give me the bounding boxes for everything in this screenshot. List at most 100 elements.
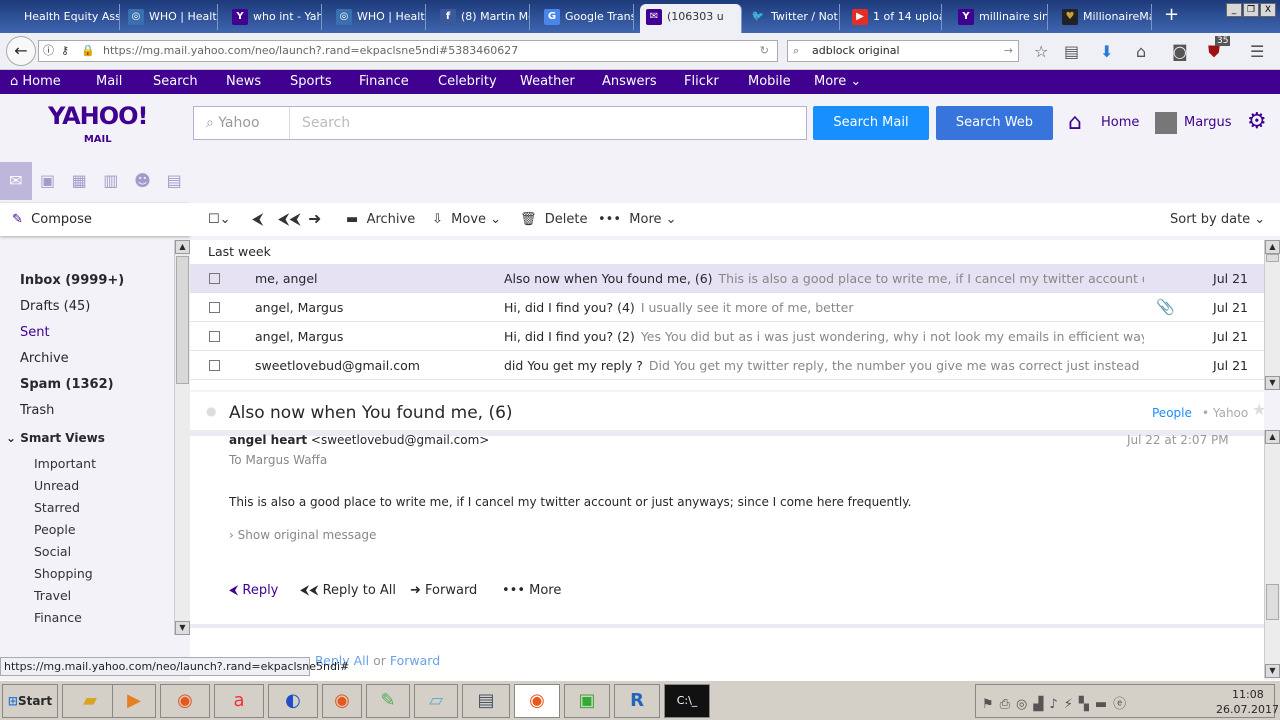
message-row[interactable]: sweetlovebud@gmail.com did You get my re…: [190, 351, 1264, 380]
user-name-link[interactable]: Margus: [1184, 115, 1232, 130]
browser-tab-active[interactable]: ✉ (106303 u: [640, 4, 742, 33]
browser-tab[interactable]: ♥MillionaireMat: [1056, 4, 1152, 30]
smart-view-shopping[interactable]: Shopping: [34, 566, 93, 581]
scroll-down-arrow[interactable]: ▼: [1265, 376, 1280, 390]
smart-view-travel[interactable]: Travel: [34, 588, 71, 603]
scroll-up-arrow[interactable]: ▲: [1265, 430, 1280, 444]
smart-views-toggle[interactable]: ⌄ Smart Views: [6, 431, 105, 445]
ynav-mobile[interactable]: Mobile: [748, 70, 791, 94]
browser-tab[interactable]: ◎ WHO | Healt: [330, 4, 426, 30]
folder-inbox[interactable]: Inbox (9999+): [20, 273, 124, 288]
forward-button[interactable]: ➜ Forward: [410, 583, 477, 598]
delete-button[interactable]: 🗑 Delete: [520, 212, 588, 227]
browser-tab[interactable]: Ymillinaire sing: [952, 4, 1048, 30]
browser-tab[interactable]: 🐦 Twitter / Not: [744, 4, 840, 30]
folder-drafts[interactable]: Drafts (45): [20, 299, 90, 314]
folder-sent[interactable]: Sent: [20, 325, 50, 340]
home-icon[interactable]: ⌂: [1068, 110, 1082, 135]
sort-button[interactable]: Sort by date ⌄: [1170, 212, 1265, 227]
scroll-up-arrow[interactable]: ▲: [1265, 240, 1280, 254]
ynav-mail[interactable]: Mail: [96, 70, 122, 94]
avatar[interactable]: [1155, 112, 1177, 134]
start-button[interactable]: ⊞Start: [2, 684, 58, 718]
notepad-plus-icon[interactable]: ✎: [366, 684, 410, 718]
url-bar[interactable]: ⓘ ⚷ 🔒 https://mg.mail.yahoo.com/neo/laun…: [38, 40, 778, 62]
menu-icon[interactable]: ☰: [1250, 42, 1264, 61]
search-mail-button[interactable]: Search Mail: [813, 106, 929, 140]
quick-forward-link[interactable]: Forward: [390, 653, 440, 668]
maximize-button[interactable]: ❐: [1243, 3, 1259, 17]
calendar-app-icon[interactable]: ▦: [63, 162, 95, 200]
firefox-active-icon[interactable]: ◉: [514, 684, 560, 718]
firefox-icon[interactable]: ◉: [160, 684, 210, 718]
reply-all-button[interactable]: ⮜⮜ Reply to All: [300, 583, 396, 598]
yahoo-mail-logo[interactable]: YAHOO! MAIL: [48, 104, 148, 152]
bookmark-star-icon[interactable]: ☆: [1034, 42, 1048, 61]
reply-button[interactable]: ⮜ Reply: [229, 583, 278, 598]
window-app-icon[interactable]: ▤: [462, 684, 510, 718]
explorer-icon[interactable]: ▰: [62, 684, 118, 718]
scroll-down-arrow[interactable]: ▼: [175, 621, 190, 635]
forward-icon[interactable]: ➜: [308, 209, 321, 228]
monitor-app-icon[interactable]: ▣: [564, 684, 610, 718]
pocket-icon[interactable]: ◙: [1172, 42, 1188, 61]
scroll-down-arrow[interactable]: ▼: [1265, 664, 1280, 678]
row-checkbox[interactable]: [209, 302, 220, 313]
smart-view-unread[interactable]: Unread: [34, 478, 79, 493]
scroll-up-arrow[interactable]: ▲: [175, 240, 190, 254]
row-checkbox[interactable]: [209, 273, 220, 284]
message-row[interactable]: angel, Margus Hi, did I find you? (2) Yes…: [190, 322, 1264, 351]
search-scope-select[interactable]: ⌕ Yahoo: [194, 107, 290, 139]
close-window-button[interactable]: X: [1260, 3, 1276, 17]
sidebar-scrollbar[interactable]: ▲ ▼: [174, 240, 190, 635]
go-arrow-icon[interactable]: →: [1004, 41, 1013, 61]
minimize-button[interactable]: _: [1226, 3, 1242, 17]
tray-icons[interactable]: ⚑⎙◎▟♪⚡▚▬ⓔ: [982, 693, 1132, 712]
scrollbar-thumb[interactable]: [1266, 254, 1279, 262]
ynav-weather[interactable]: Weather: [520, 70, 575, 94]
ynav-celebrity[interactable]: Celebrity: [438, 70, 497, 94]
message-row[interactable]: angel, Margus Hi, did I find you? (4) I u…: [190, 293, 1264, 322]
folder-spam[interactable]: Spam (1362): [20, 377, 114, 392]
mail-search-input[interactable]: ⌕ Yahoo Search: [193, 106, 807, 140]
row-checkbox[interactable]: [209, 360, 220, 371]
home-link[interactable]: Home: [1101, 115, 1139, 130]
more-actions-button[interactable]: ••• More: [502, 583, 561, 598]
message-row[interactable]: me, angel Also now when You found me, (6…: [190, 264, 1264, 293]
show-original-link[interactable]: › Show original message: [229, 528, 376, 542]
browser-icon[interactable]: ◐: [268, 684, 318, 718]
smart-view-starred[interactable]: Starred: [34, 500, 80, 515]
reader-scrollbar[interactable]: ▲ ▼: [1264, 430, 1280, 678]
archive-button[interactable]: ▬ Archive: [346, 212, 415, 227]
reading-list-icon[interactable]: ▤: [1064, 42, 1079, 61]
star-icon[interactable]: ★: [1252, 400, 1266, 419]
reload-icon[interactable]: ↻: [760, 41, 769, 61]
mail-app-icon[interactable]: ✉: [0, 162, 32, 200]
browser-tab[interactable]: ◎ WHO | Healt: [122, 4, 218, 30]
notepad-app-icon[interactable]: ▥: [95, 162, 127, 200]
ynav-home[interactable]: ⌂ Home: [10, 70, 61, 94]
move-button[interactable]: ⇩ Move ⌄: [432, 212, 501, 227]
browser-tab[interactable]: G Google Trans: [538, 4, 634, 30]
app-icon[interactable]: a: [214, 684, 264, 718]
compose-button[interactable]: ✎ Compose: [0, 203, 190, 236]
home-icon[interactable]: ⌂: [1136, 42, 1146, 61]
new-tab-button[interactable]: +: [1164, 4, 1179, 25]
more-button[interactable]: ••• More ⌄: [598, 212, 677, 227]
smart-view-finance[interactable]: Finance: [34, 610, 82, 625]
search-web-button[interactable]: Search Web: [936, 106, 1053, 140]
people-link[interactable]: People: [1152, 406, 1192, 420]
contacts-app-icon[interactable]: ▣: [32, 162, 64, 200]
smart-view-people[interactable]: People: [34, 522, 76, 537]
ynav-search[interactable]: Search: [153, 70, 198, 94]
download-icon[interactable]: ⬇: [1100, 42, 1113, 61]
browser-tab[interactable]: ▶ 1 of 14 uploa: [846, 4, 942, 30]
scrollbar-thumb[interactable]: [1266, 584, 1279, 620]
scrollbar-thumb[interactable]: [176, 256, 189, 384]
reply-all-icon[interactable]: ⮜⮜: [278, 209, 301, 229]
list-scrollbar[interactable]: ▲ ▼: [1264, 240, 1280, 390]
folder-trash[interactable]: Trash: [20, 403, 54, 418]
firefox-icon[interactable]: ◉: [322, 684, 362, 718]
ynav-news[interactable]: News: [226, 70, 261, 94]
browser-search-input[interactable]: ⌕ adblock original →: [787, 40, 1019, 62]
